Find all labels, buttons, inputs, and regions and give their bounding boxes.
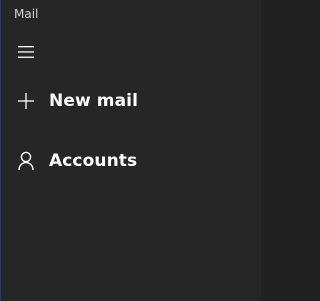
accounts-button[interactable]: Accounts [1,141,259,181]
new-mail-label: New mail [49,91,139,111]
person-icon [15,150,37,172]
accounts-label: Accounts [49,151,138,171]
mail-nav-pane: Mail New mail Accounts [0,0,261,301]
plus-icon [15,90,37,112]
menu-toggle-button[interactable] [11,38,41,66]
hamburger-icon [18,46,34,58]
new-mail-button[interactable]: New mail [1,81,259,121]
app-title: Mail [14,7,39,21]
